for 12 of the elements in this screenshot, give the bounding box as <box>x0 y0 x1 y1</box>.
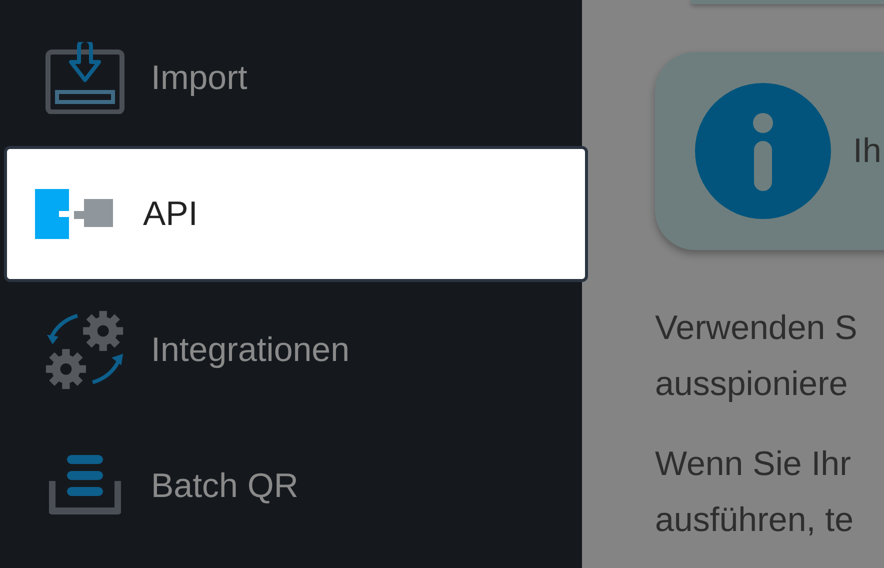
sidebar-item[interactable]: Import <box>0 10 582 146</box>
info-icon <box>695 83 831 219</box>
import-tray-icon <box>45 42 125 114</box>
paragraph: Verwenden S ausspioniere <box>655 308 858 405</box>
paragraph: Wenn Sie Ihr ausführen, te <box>655 444 854 541</box>
info-text: Ih <box>853 130 882 172</box>
sidebar-item[interactable]: Batch QR <box>0 418 582 554</box>
gears-sync-icon <box>45 308 125 392</box>
sidebar-item[interactable]: API <box>4 146 588 282</box>
sidebar-item[interactable]: Integrationen <box>0 282 582 418</box>
plug-connector-icon <box>35 189 113 239</box>
stacked-tray-icon <box>49 455 121 517</box>
